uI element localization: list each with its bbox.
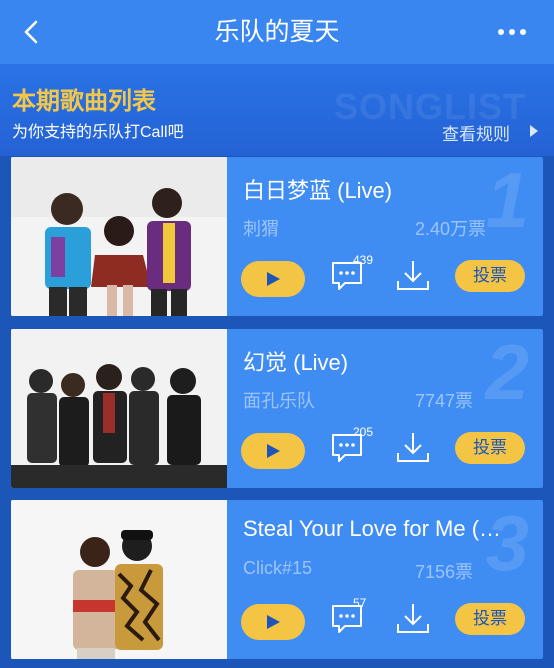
comment-count: 57 [353,596,367,610]
vote-count: 7747票 [415,391,474,411]
vote-button[interactable]: 投票 [455,603,525,635]
play-icon [267,444,280,458]
page-title: 乐队的夏天 [214,18,340,46]
song-card: 1 白日梦蓝 (Live) 刺猬 2.40万票 439 投票 [11,157,543,316]
song-title: Steal Your Love for Me (… [243,516,502,541]
song-cover-image [11,500,227,659]
section-subtitle: 为你支持的乐队打Call吧 [12,124,184,141]
play-icon [267,615,280,629]
download-icon[interactable] [395,429,431,465]
vote-count: 2.40万票 [415,219,487,239]
play-icon [267,272,280,286]
comment-count: 439 [353,253,374,267]
top-bar: 乐队的夏天 [0,0,554,64]
play-button[interactable] [241,261,305,297]
more-dots-icon[interactable] [492,18,532,46]
play-button[interactable] [241,433,305,469]
vote-button[interactable]: 投票 [455,432,525,464]
artist-name: 面孔乐队 [243,391,315,411]
songlist-banner: SONGLIST 本期歌曲列表 为你支持的乐队打Call吧 查看规则 [0,64,554,156]
section-title: 本期歌曲列表 [12,88,156,115]
song-cover-image [11,329,227,488]
song-title: 白日梦蓝 (Live) [243,178,393,203]
comment-count: 205 [353,425,374,439]
song-card: 3 Steal Your Love for Me (… Click#15 715… [11,500,543,659]
view-rules-link[interactable]: 查看规则 [442,120,510,145]
song-title: 幻觉 (Live) [243,350,349,375]
vote-button[interactable]: 投票 [455,260,525,292]
song-cover-image [11,157,227,316]
artist-name: Click#15 [243,558,313,578]
artist-name: 刺猬 [243,219,279,239]
download-icon[interactable] [395,600,431,636]
song-card: 2 幻觉 (Live) 面孔乐队 7747票 205 投票 [11,329,543,488]
vote-count: 7156票 [415,562,474,582]
caret-right-icon[interactable] [528,123,540,139]
download-icon[interactable] [395,257,431,293]
play-button[interactable] [241,604,305,640]
